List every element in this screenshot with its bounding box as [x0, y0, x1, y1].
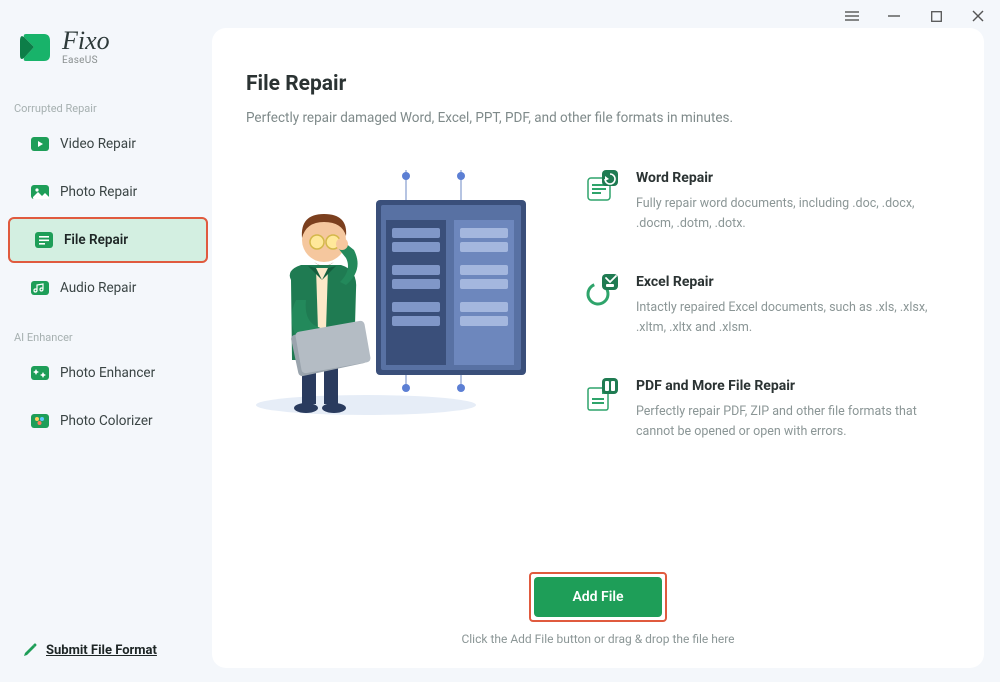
- sidebar-item-label: Photo Repair: [60, 184, 137, 200]
- section-label-corrupted: Corrupted Repair: [0, 102, 212, 115]
- submit-link-label: Submit File Format: [46, 643, 157, 658]
- sidebar-item-photo-enhancer[interactable]: Photo Enhancer: [6, 350, 206, 396]
- sidebar-item-photo-repair[interactable]: Photo Repair: [6, 169, 206, 215]
- file-icon: [34, 230, 54, 250]
- colorizer-icon: [30, 411, 50, 431]
- submit-file-format-link[interactable]: Submit File Format: [22, 642, 157, 658]
- illustration: [246, 170, 546, 420]
- close-icon[interactable]: [970, 8, 986, 24]
- logo-icon: [20, 31, 52, 63]
- main-panel: File Repair Perfectly repair damaged Wor…: [212, 28, 984, 668]
- maximize-icon[interactable]: [928, 8, 944, 24]
- enhancer-icon: [30, 363, 50, 383]
- feature-word-repair: Word Repair Fully repair word documents,…: [586, 170, 950, 234]
- feature-list: Word Repair Fully repair word documents,…: [586, 170, 950, 442]
- pdf-icon: [586, 378, 620, 412]
- excel-icon: [586, 274, 620, 308]
- cta-area: Add File Click the Add File button or dr…: [212, 572, 984, 646]
- feature-pdf-repair: PDF and More File Repair Perfectly repai…: [586, 378, 950, 442]
- feature-title: PDF and More File Repair: [636, 378, 950, 394]
- sidebar-item-video-repair[interactable]: Video Repair: [6, 121, 206, 167]
- feature-desc: Fully repair word documents, including .…: [636, 194, 950, 234]
- photo-icon: [30, 182, 50, 202]
- feature-title: Word Repair: [636, 170, 950, 186]
- page-subtitle: Perfectly repair damaged Word, Excel, PP…: [246, 110, 950, 126]
- window-controls: [844, 8, 986, 24]
- feature-desc: Intactly repaired Excel documents, such …: [636, 298, 950, 338]
- menu-icon[interactable]: [844, 8, 860, 24]
- add-file-label: Add File: [572, 589, 623, 605]
- feature-excel-repair: Excel Repair Intactly repaired Excel doc…: [586, 274, 950, 338]
- add-file-highlight: Add File: [529, 572, 667, 622]
- pencil-icon: [22, 642, 38, 658]
- sidebar-item-file-repair[interactable]: File Repair: [8, 217, 208, 263]
- sidebar: Fixo EaseUS Corrupted Repair Video Repai…: [0, 0, 212, 682]
- brand-name: Fixo: [62, 28, 110, 54]
- sidebar-item-label: Photo Enhancer: [60, 365, 155, 381]
- cta-hint: Click the Add File button or drag & drop…: [461, 632, 734, 646]
- feature-title: Excel Repair: [636, 274, 950, 290]
- brand-sub: EaseUS: [62, 56, 110, 66]
- minimize-icon[interactable]: [886, 8, 902, 24]
- sidebar-item-audio-repair[interactable]: Audio Repair: [6, 265, 206, 311]
- section-label-ai: AI Enhancer: [0, 331, 212, 344]
- sidebar-item-photo-colorizer[interactable]: Photo Colorizer: [6, 398, 206, 444]
- sidebar-item-label: Video Repair: [60, 136, 136, 152]
- feature-desc: Perfectly repair PDF, ZIP and other file…: [636, 402, 950, 442]
- video-icon: [30, 134, 50, 154]
- app-logo: Fixo EaseUS: [0, 28, 212, 66]
- add-file-button[interactable]: Add File: [534, 577, 662, 617]
- word-icon: [586, 170, 620, 204]
- audio-icon: [30, 278, 50, 298]
- sidebar-item-label: File Repair: [64, 232, 128, 248]
- sidebar-item-label: Photo Colorizer: [60, 413, 153, 429]
- sidebar-item-label: Audio Repair: [60, 280, 136, 296]
- page-title: File Repair: [246, 72, 950, 96]
